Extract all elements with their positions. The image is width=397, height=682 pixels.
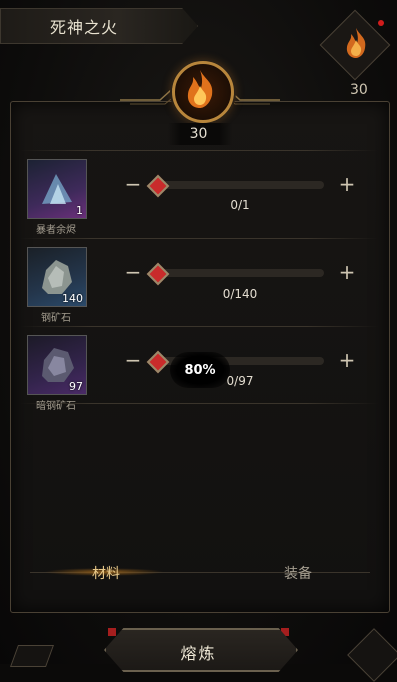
divider <box>20 238 378 239</box>
fire-count: 30 <box>350 82 368 98</box>
decrease-button[interactable]: − <box>122 262 144 284</box>
divider <box>20 150 378 151</box>
item-slot-ember[interactable]: 1 <box>27 159 87 219</box>
progress-text: 80% <box>184 363 216 378</box>
decrease-button[interactable]: − <box>122 350 144 372</box>
corner-accent <box>108 628 116 636</box>
item-slot-steel-ore[interactable]: 140 <box>27 247 87 307</box>
increase-button[interactable]: + <box>336 262 358 284</box>
decrease-button[interactable]: − <box>122 174 144 196</box>
page-title: 死神之火 <box>50 18 119 37</box>
divider <box>20 326 378 327</box>
increase-button[interactable]: + <box>336 174 358 196</box>
center-count: 30 <box>189 126 208 142</box>
item-name: 暴者余烬 <box>36 225 76 236</box>
tab-materials[interactable]: 材料 <box>92 563 120 583</box>
item-qty: 140 <box>62 292 83 305</box>
flame-icon <box>187 70 213 108</box>
notification-dot <box>378 20 384 26</box>
item-qty: 97 <box>69 380 83 393</box>
quantity-value: 0/1 <box>230 198 250 212</box>
item-name: 钢矿石 <box>41 313 71 324</box>
fire-medal <box>172 61 234 123</box>
smelt-label: 熔炼 <box>180 644 217 663</box>
divider <box>20 403 378 404</box>
item-name: 暗钢矿石 <box>36 401 76 412</box>
item-qty: 1 <box>76 204 83 217</box>
quantity-slider[interactable] <box>150 181 324 189</box>
fire-icon <box>346 28 366 58</box>
item-slot-dark-steel-ore[interactable]: 97 <box>27 335 87 395</box>
quantity-value: 0/140 <box>222 287 258 301</box>
quantity-slider[interactable] <box>150 269 324 277</box>
increase-button[interactable]: + <box>336 350 358 372</box>
tab-equipment[interactable]: 装备 <box>284 563 312 583</box>
